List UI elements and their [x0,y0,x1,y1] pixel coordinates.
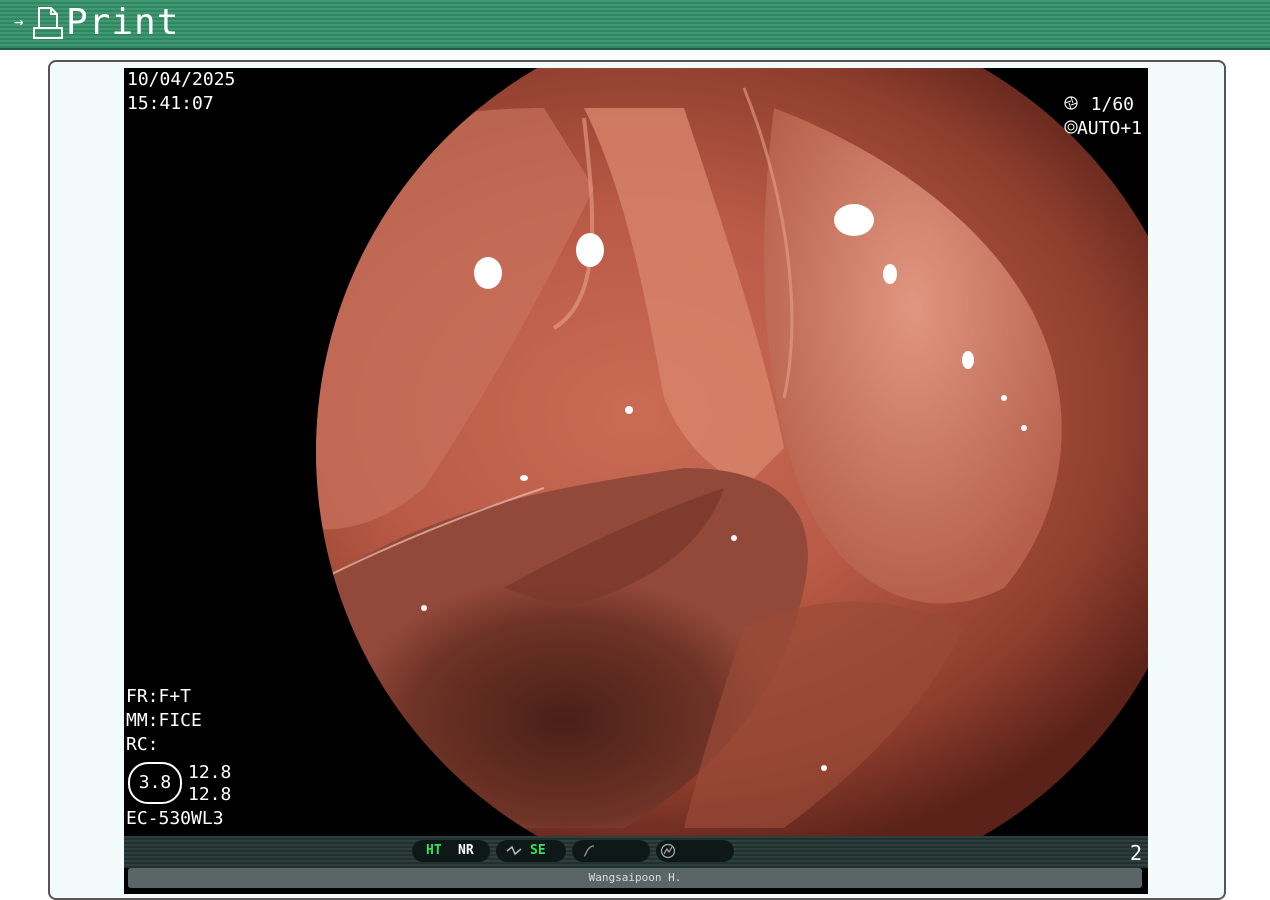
date-readout: 10/04/2025 [127,69,236,90]
time-readout: 15:41:07 [127,93,214,114]
arrow-icon: → [14,12,24,31]
print-document-icon[interactable] [33,6,63,40]
ht-nr-pill: HT NR [412,840,490,862]
fr-readout: FR:F+T [126,686,192,707]
se-pill: SE [496,840,566,862]
aperture-icon [1064,96,1078,110]
zoom-badge: 3.8 [128,762,182,804]
operator-name: Wangsaipoon H. [128,868,1142,888]
exposure-readout: AUTO+1 [1076,118,1142,139]
function-pill [572,840,650,862]
status-strip: HT NR SE 2 [124,836,1148,868]
gauge-icon [660,843,676,859]
mm-readout: MM:FICE [126,710,202,731]
se-indicator: SE [530,843,546,858]
endoscopy-view [124,68,1148,836]
ht-indicator: HT [426,843,442,858]
rc-readout: RC: [126,734,159,755]
image-number: 2 [1129,841,1142,865]
zoom-value-a: 12.8 [188,762,232,783]
endoscopy-image: 10/04/2025 15:41:07 1/60 AUTO+1 FR:F+T M… [124,68,1148,894]
nr-indicator: NR [458,843,474,858]
page-title[interactable]: Print [66,2,179,44]
header-bar: → Print [0,0,1270,50]
zoom-value-b: 12.8 [188,784,232,805]
iris-icon [1064,120,1078,134]
shutter-readout: 1/60 [1090,94,1134,115]
gauge-pill [656,840,734,862]
structure-icon [506,845,522,856]
curve-icon [583,845,595,857]
scope-model: EC-530WL3 [126,808,224,829]
